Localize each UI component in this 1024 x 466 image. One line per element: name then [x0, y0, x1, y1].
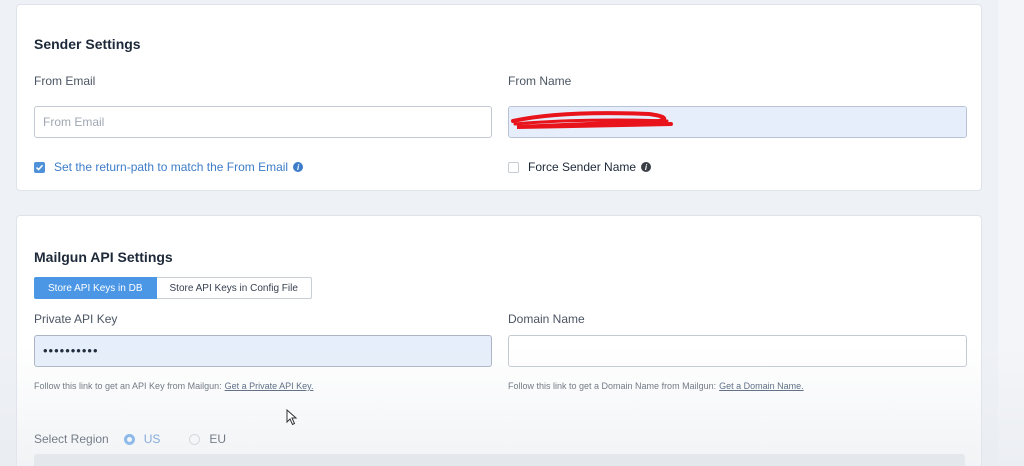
next-section-bar: [34, 454, 965, 466]
page-scroll-area[interactable]: [998, 0, 1024, 466]
select-region-label: Select Region: [34, 432, 109, 446]
get-domain-name-link[interactable]: Get a Domain Name.: [719, 381, 804, 391]
get-private-api-key-link[interactable]: Get a Private API Key.: [225, 381, 314, 391]
select-region: Select Region US EU: [34, 432, 226, 446]
info-icon[interactable]: i: [641, 162, 652, 172]
private-key-help-text: Follow this link to get an API Key from …: [34, 381, 222, 391]
tab-store-in-db[interactable]: Store API Keys in DB: [34, 277, 157, 299]
force-sender-option[interactable]: Force Sender Name i: [508, 160, 652, 174]
region-us-radio[interactable]: [123, 433, 135, 445]
settings-page: Sender Settings From Email From Email Fr…: [0, 0, 1024, 466]
sender-settings-title: Sender Settings: [34, 36, 141, 52]
check-icon: [35, 164, 44, 171]
region-eu-label[interactable]: EU: [209, 432, 226, 446]
mailgun-settings-card: Mailgun API Settings Store API Keys in D…: [16, 215, 982, 466]
return-path-option[interactable]: Set the return-path to match the From Em…: [34, 160, 304, 174]
region-us-label[interactable]: US: [144, 432, 161, 446]
tab-store-in-config[interactable]: Store API Keys in Config File: [156, 277, 312, 299]
from-name-label: From Name: [508, 74, 572, 88]
force-sender-label: Force Sender Name: [528, 160, 637, 174]
return-path-label: Set the return-path to match the From Em…: [54, 160, 289, 174]
private-api-key-input[interactable]: ••••••••••: [34, 335, 492, 367]
info-icon[interactable]: i: [293, 162, 304, 172]
force-sender-checkbox[interactable]: [508, 161, 519, 173]
sender-settings-card: Sender Settings From Email From Email Fr…: [16, 4, 982, 191]
domain-help-text: Follow this link to get a Domain Name fr…: [508, 381, 717, 391]
domain-name-input[interactable]: [508, 335, 967, 367]
return-path-checkbox[interactable]: [34, 161, 45, 173]
from-email-label: From Email: [34, 74, 96, 88]
mouse-cursor-icon: [286, 409, 298, 426]
mailgun-settings-title: Mailgun API Settings: [34, 249, 173, 265]
region-eu-radio[interactable]: [189, 433, 201, 445]
private-api-key-label: Private API Key: [34, 312, 118, 326]
from-name-input[interactable]: [508, 106, 967, 138]
redaction-scribble: [511, 111, 673, 129]
domain-help: Follow this link to get a Domain Name fr…: [508, 381, 804, 391]
api-key-storage-tabs: Store API Keys in DB Store API Keys in C…: [34, 277, 312, 299]
private-key-help: Follow this link to get an API Key from …: [34, 381, 313, 391]
domain-name-label: Domain Name: [508, 312, 585, 326]
from-email-input[interactable]: From Email: [34, 106, 492, 138]
